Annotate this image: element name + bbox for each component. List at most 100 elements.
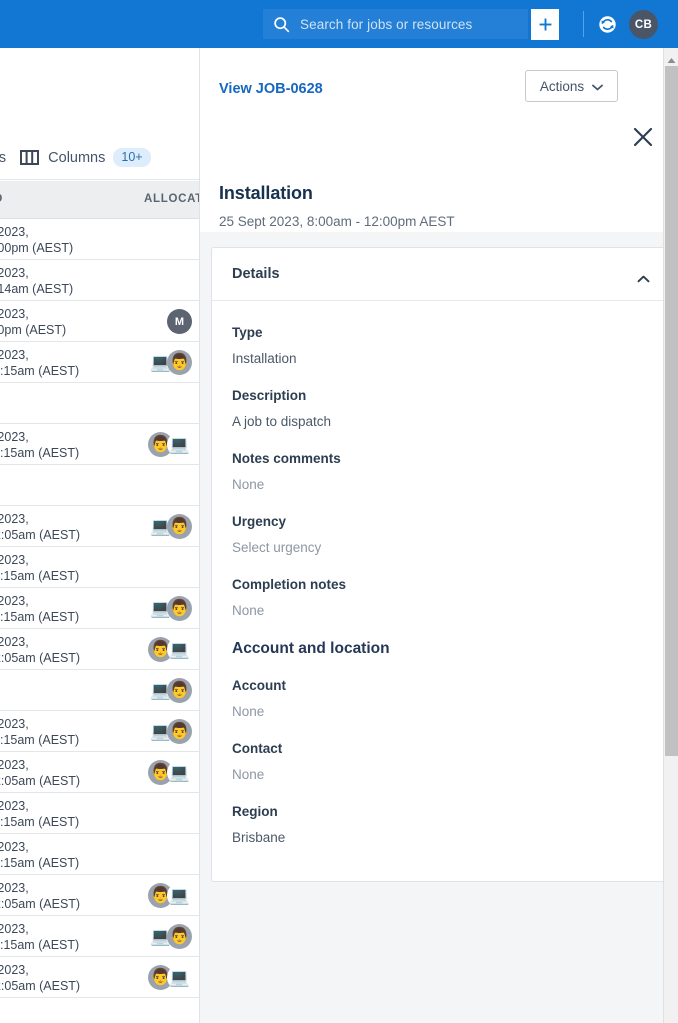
detail-field: Urgency Select urgency [232, 514, 678, 555]
vertical-scrollbar[interactable] [663, 48, 678, 1023]
table-row[interactable] [0, 383, 200, 424]
person-avatar-icon[interactable]: 👨 [167, 350, 192, 375]
detail-field-value[interactable]: A job to dispatch [232, 414, 678, 429]
add-button[interactable] [531, 9, 559, 40]
table-cell-datetime: g 2023,11:15am (AEST) [0, 798, 79, 830]
table-row[interactable]: 💻👨 [0, 670, 200, 711]
detail-field-value[interactable]: None [232, 477, 678, 492]
table-row[interactable]: g 2023,11:15am (AEST)💻👨 [0, 916, 200, 957]
laptop-avatar-icon[interactable]: 💻 [167, 965, 192, 990]
person-avatar-icon[interactable]: 👨 [167, 514, 192, 539]
chevron-down-icon [592, 79, 603, 94]
table-row[interactable]: g 2023,11:15am (AEST) [0, 547, 200, 588]
person-avatar-icon[interactable]: 👨 [167, 924, 192, 949]
table-row[interactable] [0, 465, 200, 506]
column-header-allocated[interactable]: ALLOCAT [144, 193, 200, 205]
person-avatar-icon[interactable]: 👨 [167, 678, 192, 703]
table-cell-datetime: p 2023,2:00pm (AEST) [0, 224, 73, 256]
table-cell-datetime: g 2023,12:05am (AEST) [0, 634, 80, 666]
columns-count-badge: 10+ [113, 148, 150, 167]
table-row[interactable]: g 2023,11:15am (AEST) 💻👨 [0, 588, 200, 629]
table-cell-datetime: g 2023,11:15am (AEST) [0, 593, 79, 625]
table-cell-datetime: g 2023,11:15am (AEST) [0, 429, 79, 461]
laptop-avatar-icon[interactable]: 💻 [167, 432, 192, 457]
detail-field-value[interactable]: Brisbane [232, 830, 678, 845]
allocated-avatars: 👨💻 [148, 432, 192, 457]
user-avatar[interactable]: CB [629, 10, 658, 39]
table-row[interactable]: g 2023,12:05am (AEST)👨💻 [0, 957, 200, 998]
table-row[interactable]: g 2023,11:15am (AEST) [0, 793, 200, 834]
detail-field-label: Completion notes [232, 577, 678, 592]
detail-field-value[interactable]: Installation [232, 351, 678, 366]
detail-field-value[interactable]: None [232, 767, 678, 782]
detail-field: Region Brisbane [232, 804, 678, 845]
search-input[interactable]: Search for jobs or resources [263, 9, 528, 39]
table-row[interactable]: g 2023,11:15am (AEST)💻👨 [0, 342, 200, 383]
allocated-avatars: M [167, 309, 192, 334]
allocated-avatars: 💻👨 [148, 678, 192, 703]
page-title: Installation [219, 183, 313, 204]
allocated-avatars: 👨💻 [148, 637, 192, 662]
actions-button-label: Actions [540, 79, 584, 94]
table-row[interactable]: g 2023,12:05am (AEST)👨💻 [0, 875, 200, 916]
detail-field: Type Installation [232, 325, 678, 366]
table-row[interactable]: g 2023,12:05am (AEST)💻👨 [0, 506, 200, 547]
detail-field-value[interactable]: Select urgency [232, 540, 678, 555]
details-card-header[interactable]: Details [212, 248, 678, 301]
detail-field-label: Type [232, 325, 678, 340]
person-avatar-icon[interactable]: 👨 [167, 596, 192, 621]
account-location-section-title: Account and location [232, 640, 678, 658]
job-detail-panel: View JOB-0628 Actions Installation 25 Se… [200, 48, 678, 1023]
table-row[interactable]: g 2023,11:15am (AEST) 👨💻 [0, 424, 200, 465]
chevron-up-icon[interactable] [637, 270, 650, 288]
allocated-avatars: 💻👨 [148, 719, 192, 744]
detail-field: DescriptionA job to dispatch [232, 388, 678, 429]
allocated-avatars: 💻👨 [148, 514, 192, 539]
table-row[interactable]: p 2023,2:00pm (AEST) [0, 219, 200, 260]
detail-field-label: Region [232, 804, 678, 819]
table-row[interactable]: g 2023,11:15am (AEST) [0, 834, 200, 875]
close-panel-button[interactable] [632, 126, 654, 148]
filters-label[interactable]: ers [0, 150, 6, 166]
account-location-field-list: Account None Contact None Region Brisbane [232, 678, 678, 845]
view-job-link[interactable]: View JOB-0628 [219, 81, 323, 97]
table-row[interactable]: p 2023,:20pm (AEST) M [0, 301, 200, 342]
detail-field: Account None [232, 678, 678, 719]
table-row[interactable]: g 2023,12:05am (AEST) 👨💻 [0, 629, 200, 670]
jobs-table-pane: ers Columns 10+ D ALLOCAT p 2023,2:00pm … [0, 48, 200, 1023]
table-row[interactable]: g 2023,12:05am (AEST)👨💻 [0, 752, 200, 793]
laptop-avatar-icon[interactable]: 💻 [167, 637, 192, 662]
allocated-avatars: 👨💻 [148, 760, 192, 785]
panel-header: View JOB-0628 Actions Installation 25 Se… [200, 48, 663, 238]
detail-field-value[interactable]: None [232, 704, 678, 719]
detail-field-value[interactable]: None [232, 603, 678, 618]
table-row[interactable]: g 2023,11:15am (AEST) 💻👨 [0, 711, 200, 752]
panel-scroll-body: Details TypeInstallationDescriptionA job… [200, 232, 663, 1023]
detail-field-label: Account [232, 678, 678, 693]
detail-field-list: Type Installation DescriptionA job to disp… [232, 325, 678, 618]
table-cell-datetime: g 2023,11:15am (AEST) [0, 921, 79, 953]
table-cell-datetime: p 2023,:20pm (AEST) [0, 306, 66, 338]
columns-button-label[interactable]: Columns [48, 150, 105, 166]
initial-avatar[interactable]: M [167, 309, 192, 334]
detail-field-label: Urgency [232, 514, 678, 529]
detail-field-label: Contact [232, 741, 678, 756]
column-header-id[interactable]: D [0, 193, 3, 205]
laptop-avatar-icon[interactable]: 💻 [167, 760, 192, 785]
columns-icon [20, 149, 39, 166]
details-card: Details Type Installation DescriptionA job… [211, 247, 678, 882]
plus-icon [537, 16, 554, 33]
laptop-avatar-icon[interactable]: 💻 [167, 883, 192, 908]
person-avatar-icon[interactable]: 👨 [167, 719, 192, 744]
table-cell-datetime: p 2023,4:14am (AEST) [0, 265, 73, 297]
detail-field-label: Notes comments [232, 451, 678, 466]
table-row[interactable]: p 2023,4:14am (AEST) [0, 260, 200, 301]
refresh-button[interactable] [598, 15, 617, 34]
table-cell-datetime: g 2023,11:15am (AEST) [0, 716, 79, 748]
table-cell-datetime: g 2023,11:15am (AEST) [0, 552, 79, 584]
actions-button[interactable]: Actions [525, 70, 618, 102]
allocated-avatars: 💻👨 [148, 596, 192, 621]
scrollbar-thumb[interactable] [665, 66, 678, 756]
table-cell-datetime: g 2023,11:15am (AEST) [0, 839, 79, 871]
table-cell-datetime: g 2023,11:15am (AEST) [0, 347, 79, 379]
